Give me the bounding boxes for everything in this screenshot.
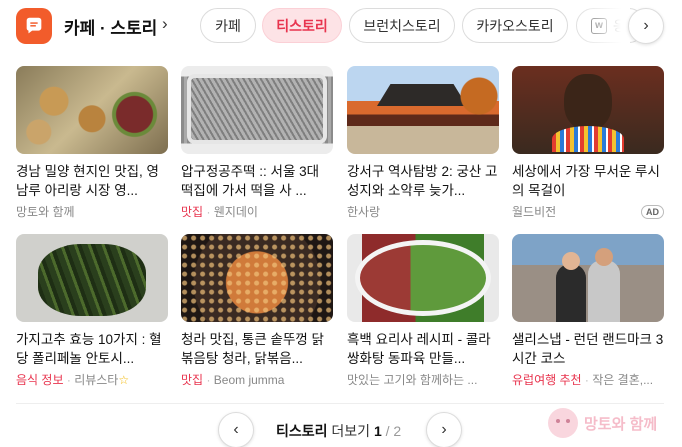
card-title[interactable]: 흑백 요리사 레시피 - 콜라 쌍화탕 동파육 만들... — [347, 330, 499, 368]
thumbnail-london-couple[interactable] — [512, 234, 664, 322]
card-meta: 맛집 · 웬지데이 — [181, 203, 333, 221]
divider — [16, 403, 664, 404]
star-icon: ☆ — [118, 373, 130, 387]
content-card[interactable]: 압구정공주떡 :: 서울 3대 떡집에 가서 떡을 사 ... 맛집 · 웬지데… — [181, 66, 333, 221]
bead-necklace — [552, 126, 624, 152]
page-separator: / — [385, 423, 390, 439]
chip-brunch-story[interactable]: 브런치스토리 — [349, 8, 455, 43]
header-bar: 카페 · 스토리 › 카페 티스토리 브런치스토리 카카오스토리 w 응 › — [0, 0, 682, 52]
card-title[interactable]: 세상에서 가장 무서운 루시의 목걸이 — [512, 162, 664, 200]
chip-tistory[interactable]: 티스토리 — [262, 8, 342, 43]
card-source: 망토와 함께 — [16, 205, 75, 219]
card-source: 웬지데이 — [213, 205, 258, 219]
section-title[interactable]: 카페 · 스토리 — [64, 14, 157, 39]
card-source: Beom jumma — [213, 373, 285, 387]
card-category: 유럽여행 추천 — [512, 373, 582, 387]
content-card[interactable]: 세상에서 가장 무서운 루시의 목걸이 월드비전 AD — [512, 66, 664, 221]
thumbnail-pavilion[interactable] — [347, 66, 499, 154]
thumbnail-child[interactable] — [512, 66, 664, 154]
card-title[interactable]: 압구정공주떡 :: 서울 3대 떡집에 가서 떡을 사 ... — [181, 162, 333, 200]
chevron-right-icon[interactable]: › — [162, 14, 168, 34]
card-meta: 맛있는 고기와 함께하는 ... — [347, 371, 499, 389]
meta-separator: · — [206, 205, 211, 219]
card-title[interactable]: 가지고추 효능 10가지 : 혈당 폴리페놀 안토시... — [16, 330, 168, 368]
chevron-left-icon: ‹ — [233, 421, 239, 438]
card-source: 월드비전 — [512, 205, 557, 219]
watermark: 망토와 함께 — [548, 408, 657, 438]
more-label: 더보기 — [331, 423, 371, 439]
chat-bubble-icon[interactable] — [16, 8, 52, 44]
watermark-face-icon — [548, 408, 578, 438]
thumbnail-korean-food[interactable] — [16, 66, 168, 154]
card-meta: 맛집 · Beom jumma — [181, 371, 333, 389]
card-source: 맛있는 고기와 함께하는 ... — [347, 373, 478, 387]
card-title[interactable]: 샐리스냅 - 런던 랜드마크 3시간 코스 — [512, 330, 664, 368]
card-title[interactable]: 경남 밀양 현지인 맛집, 영남루 아리랑 시장 영... — [16, 162, 168, 200]
chip-kakao-story[interactable]: 카카오스토리 — [462, 8, 568, 43]
chat-bubble-glyph — [26, 17, 42, 34]
card-source: 리뷰스타 — [74, 373, 119, 387]
watermark-text: 망토와 함께 — [584, 415, 658, 433]
ad-badge[interactable]: AD — [641, 205, 664, 219]
card-category: 음식 정보 — [16, 373, 64, 387]
card-meta: 망토와 함께 — [16, 203, 168, 221]
content-card[interactable]: 강서구 역사탐방 2: 궁산 고성지와 소악루 늦가... 한사랑 — [347, 66, 499, 221]
scroll-fade — [570, 6, 630, 46]
card-meta: 유럽여행 추천 · 작은 결혼,... — [512, 371, 664, 389]
card-meta: 음식 정보 · 리뷰스타☆ — [16, 371, 168, 389]
card-source: 한사랑 — [347, 205, 381, 219]
meta-separator: · — [66, 373, 71, 387]
more-link[interactable]: 티스토리 더보기 1 / 2 — [276, 421, 401, 441]
thumbnail-pork-greens[interactable] — [347, 234, 499, 322]
card-title[interactable]: 청라 맛집, 통큰 솥뚜껑 닭볶음탕 청라, 닭볶음... — [181, 330, 333, 368]
thumbnail-peppers[interactable] — [16, 234, 168, 322]
head-right — [595, 248, 613, 266]
chip-label: 카페 — [215, 17, 241, 34]
food-texture — [181, 234, 333, 322]
chip-label: 티스토리 — [276, 17, 328, 34]
autumn-tree — [459, 66, 499, 126]
card-meta: 한사랑 — [347, 203, 499, 221]
person-right — [588, 260, 620, 322]
card-title[interactable]: 강서구 역사탐방 2: 궁산 고성지와 소악루 늦가... — [347, 162, 499, 200]
chevron-right-icon: › — [441, 421, 447, 438]
head-left — [562, 252, 580, 270]
child-face — [564, 74, 612, 130]
card-category: 맛집 — [181, 373, 204, 387]
chips-next-button[interactable]: › — [628, 8, 664, 44]
content-card[interactable]: 경남 밀양 현지인 맛집, 영남루 아리랑 시장 영... 망토와 함께 — [16, 66, 168, 221]
card-meta: 월드비전 AD — [512, 203, 664, 221]
prev-page-button[interactable]: ‹ — [218, 412, 254, 447]
chip-label: 브런치스토리 — [363, 17, 441, 34]
plate — [355, 240, 491, 316]
thumbnail-pan-dish[interactable] — [181, 234, 333, 322]
pepper-pile — [38, 244, 146, 316]
more-source-label: 티스토리 — [276, 423, 328, 439]
meta-separator: · — [584, 373, 589, 387]
pavilion-roof — [377, 84, 467, 106]
content-card[interactable]: 흑백 요리사 레시피 - 콜라 쌍화탕 동파육 만들... 맛있는 고기와 함께… — [347, 234, 499, 389]
meta-separator: · — [206, 373, 211, 387]
content-card[interactable]: 청라 맛집, 통큰 솥뚜껑 닭볶음탕 청라, 닭볶음... 맛집 · Beom … — [181, 234, 333, 389]
card-category: 맛집 — [181, 205, 204, 219]
chevron-right-icon: › — [643, 17, 649, 34]
chip-label: 카카오스토리 — [476, 17, 554, 34]
chip-cafe[interactable]: 카페 — [200, 8, 256, 43]
thumbnail-rice-cake[interactable] — [181, 66, 333, 154]
page-total: 2 — [393, 423, 402, 439]
next-page-button[interactable]: › — [426, 412, 462, 447]
page-current: 1 — [373, 423, 382, 439]
content-card[interactable]: 샐리스냅 - 런던 랜드마크 3시간 코스 유럽여행 추천 · 작은 결혼,..… — [512, 234, 664, 389]
content-card[interactable]: 가지고추 효능 10가지 : 혈당 폴리페놀 안토시... 음식 정보 · 리뷰… — [16, 234, 168, 389]
person-left — [556, 264, 586, 322]
rice-cake-tray — [191, 78, 323, 140]
card-source: 작은 결혼,... — [592, 373, 654, 387]
